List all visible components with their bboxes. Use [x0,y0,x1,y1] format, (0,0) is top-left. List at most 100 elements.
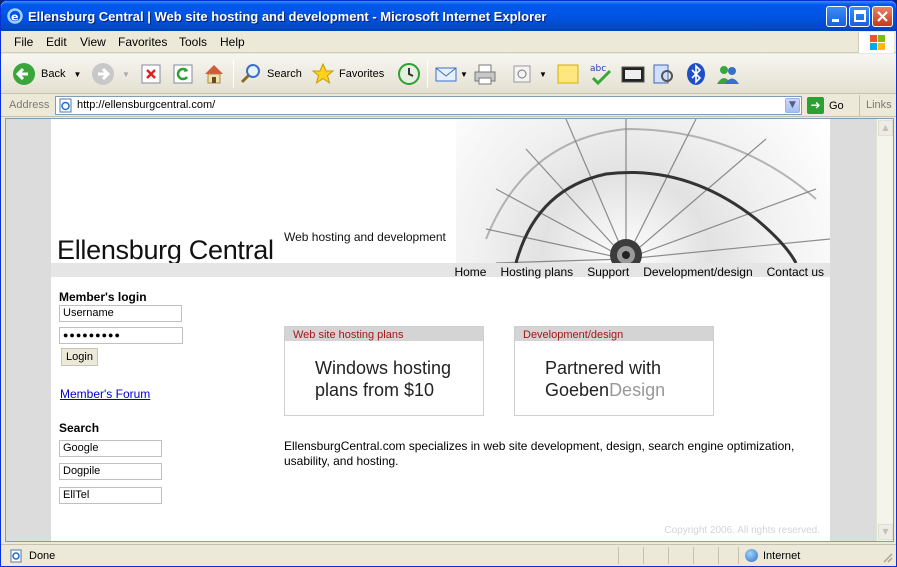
mail-dropdown-icon[interactable]: ▼ [460,70,468,79]
forward-arrow-icon [92,63,114,85]
minimize-icon [832,19,839,22]
menu-tools[interactable]: Tools [179,35,207,49]
vertical-scrollbar[interactable]: ▲ ▼ [876,119,893,541]
notes-button[interactable] [556,60,580,88]
mail-button[interactable]: ▼ [434,60,468,88]
maximize-button[interactable] [849,6,870,27]
print-button[interactable] [473,60,497,88]
media-player-icon [621,66,645,83]
copyright-text: Copyright 2006. All rights reserved. [664,525,820,536]
go-arrow-icon: ➜ [807,97,824,114]
menu-help[interactable]: Help [220,35,245,49]
edit-button[interactable]: ▼ [511,60,547,88]
search-label: Search [267,68,302,80]
back-dropdown-icon[interactable]: ▼ [73,70,81,79]
hosting-plans-promo[interactable]: Web site hosting plans Windows hosting p… [284,326,484,416]
minimize-button[interactable] [826,6,847,27]
nav-home[interactable]: Home [454,265,486,279]
close-button[interactable] [872,6,893,27]
menu-edit[interactable]: Edit [46,35,67,49]
messenger-button[interactable] [715,60,741,88]
username-field[interactable]: Username [59,305,182,322]
nav-hosting-plans[interactable]: Hosting plans [500,265,573,279]
promo-line: Windows hosting [315,358,452,378]
forward-dropdown-icon[interactable]: ▼ [122,70,130,79]
status-left: Done [9,549,55,563]
bluetooth-icon [687,63,705,85]
stop-icon [141,64,161,84]
print-icon [474,64,496,85]
web-page: Ellensburg Central Web hosting and devel… [51,119,830,541]
resize-grip-icon[interactable] [881,551,893,563]
back-arrow-icon [13,63,35,85]
status-divider [643,547,644,564]
goeben-design-logo: GoebenDesign [545,379,665,401]
history-button[interactable] [397,60,421,88]
search-icon [240,64,260,84]
go-button[interactable]: ➜ Go [807,97,844,114]
address-bar: Address http://ellensburgcentral.com/ ▼ … [1,95,896,117]
history-icon [398,63,420,85]
members-forum-link[interactable]: Member's Forum [60,387,150,401]
edit-dropdown-icon[interactable]: ▼ [539,70,547,79]
favorites-label: Favorites [339,68,385,80]
research-button[interactable] [651,60,675,88]
search-button[interactable]: Search [239,60,302,88]
go-label: Go [829,99,844,112]
search-heading: Search [59,421,100,435]
menu-view[interactable]: View [80,35,106,49]
nav-contact-us[interactable]: Contact us [767,265,824,279]
menu-bar: File Edit View Favorites Tools Help [1,31,896,53]
favorites-button[interactable]: Favorites [311,60,384,88]
hero-spiral-staircase-image [456,119,830,263]
refresh-button[interactable] [172,60,194,88]
standard-toolbar: Back ▼ ▼ Search Favorites ▼ ▼ abc [1,54,896,94]
home-icon [205,65,223,84]
mail-icon [435,67,457,82]
site-nav: Home Hosting plans Support Development/d… [454,265,824,279]
page-done-icon [10,549,22,563]
toolbar-separator [427,60,428,88]
links-button[interactable]: Links [859,95,892,116]
scroll-up-icon[interactable]: ▲ [878,120,893,136]
media-button[interactable] [621,60,645,88]
nav-support[interactable]: Support [587,265,629,279]
nav-development-design[interactable]: Development/design [643,265,752,279]
password-field[interactable]: ●●●●●●●●● [59,327,183,344]
forward-button[interactable]: ▼ [90,60,130,88]
status-divider [618,547,619,564]
search-engine-dogpile[interactable]: Dogpile [59,463,162,480]
scroll-down-icon[interactable]: ▼ [878,524,893,540]
edit-page-icon [513,65,531,83]
menu-file[interactable]: File [14,35,33,49]
spell-check-icon: abc [590,64,612,86]
title-bar[interactable]: e Ellensburg Central | Web site hosting … [1,1,896,31]
refresh-icon [173,64,193,84]
address-url: http://ellensburgcentral.com/ [77,99,216,111]
development-design-promo[interactable]: Development/design Partnered with Goeben… [514,326,714,416]
back-button[interactable]: Back ▼ [11,60,81,88]
status-text: Done [29,550,56,562]
bluetooth-button[interactable] [685,60,707,88]
close-icon [877,11,888,22]
site-title: Ellensburg Central [57,235,274,265]
search-engine-elltel[interactable]: EllTel [59,487,162,504]
login-button[interactable]: Login [61,348,98,366]
menu-favorites[interactable]: Favorites [118,35,167,49]
spelling-button[interactable]: abc [588,60,614,88]
window-title: Ellensburg Central | Web site hosting an… [28,9,547,24]
logo-part: Goeben [545,380,610,400]
status-divider [738,547,739,564]
home-button[interactable] [202,60,226,88]
internet-explorer-icon: e [7,8,23,24]
status-divider [718,547,719,564]
stop-button[interactable] [140,60,162,88]
search-engine-google[interactable]: Google [59,440,162,457]
status-divider [693,547,694,564]
messenger-icon [717,66,739,84]
back-label: Back [41,68,66,80]
page-icon [59,98,72,113]
address-dropdown-icon[interactable]: ▼ [785,98,800,113]
status-bar: Done Internet [1,544,896,566]
address-input[interactable]: http://ellensburgcentral.com/ ▼ [55,96,802,115]
